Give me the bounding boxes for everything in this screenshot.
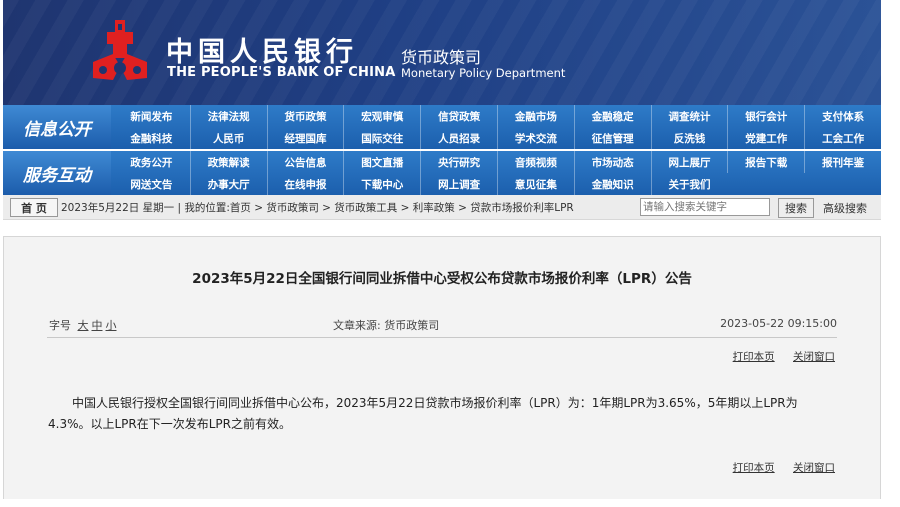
nav-info-item-3[interactable]: 宏观审慎 (343, 105, 420, 127)
nav-info-item-8[interactable]: 银行会计 (727, 105, 804, 127)
article-tools-top: 打印本页 关闭窗口 (718, 349, 835, 364)
font-size-large[interactable]: 大 (78, 319, 89, 332)
nav-service-item-11[interactable]: 办事大厅 (189, 173, 267, 195)
nav-info-item-15[interactable]: 学术交流 (497, 127, 574, 149)
nav-service-item-12[interactable]: 在线申报 (266, 173, 344, 195)
font-size-small[interactable]: 小 (106, 319, 117, 332)
nav-info-item-16[interactable]: 征信管理 (573, 127, 651, 149)
nav-info-item-6[interactable]: 金融稳定 (573, 105, 651, 127)
pboc-logo-icon (93, 20, 147, 80)
nav-service-item-17[interactable]: 关于我们 (650, 173, 728, 195)
nav-info-item-0[interactable]: 新闻发布 (113, 105, 190, 127)
nav-info-item-1[interactable]: 法律法规 (189, 105, 267, 127)
article-date: 2023-05-22 09:15:00 (720, 317, 837, 330)
nav-info-item-12[interactable]: 经理国库 (266, 127, 344, 149)
nav-info-item-19[interactable]: 工会工作 (804, 127, 881, 149)
nav-info-item-14[interactable]: 人员招录 (420, 127, 497, 149)
nav-info-label[interactable]: 信息公开 (3, 105, 111, 149)
breadcrumb-bar: 首 页 2023年5月22日 星期一 | 我的位置:首页 > 货币政策司 > 货… (3, 195, 881, 220)
close-link-bottom[interactable]: 关闭窗口 (793, 462, 835, 474)
nav-service-item-8[interactable]: 报告下载 (727, 151, 804, 173)
print-link-top[interactable]: 打印本页 (733, 351, 775, 363)
nav-service-item-0[interactable]: 政务公开 (113, 151, 190, 173)
nav-info-item-5[interactable]: 金融市场 (497, 105, 574, 127)
nav-service-item-14[interactable]: 网上调查 (420, 173, 497, 195)
nav-service-item-2[interactable]: 公告信息 (266, 151, 344, 173)
article-meta: 字号 大中小 文章来源: 货币政策司 2023-05-22 09:15:00 (47, 313, 837, 338)
breadcrumb: 2023年5月22日 星期一 | 我的位置:首页 > 货币政策司 > 货币政策工… (61, 202, 574, 214)
search-button[interactable]: 搜索 (778, 198, 814, 218)
nav-info-item-17[interactable]: 反洗钱 (650, 127, 728, 149)
nav-service-item-5[interactable]: 音频视频 (497, 151, 574, 173)
home-button[interactable]: 首 页 (10, 198, 58, 217)
article-tools-bottom: 打印本页 关闭窗口 (718, 460, 835, 475)
site-header: 中国人民银行 THE PEOPLE'S BANK OF CHINA 货币政策司 … (3, 0, 881, 105)
article-source: 文章来源: 货币政策司 (333, 319, 440, 332)
nav-info-item-18[interactable]: 党建工作 (727, 127, 804, 149)
nav-service-grid: 政务公开 政策解读 公告信息 图文直播 央行研究 音频视频 市场动态 网上展厅 报告下载 报刊年鉴… (113, 151, 881, 195)
page-wrapper: 中国人民银行 THE PEOPLE'S BANK OF CHINA 货币政策司 … (3, 0, 881, 220)
nav-service-item-15[interactable]: 意见征集 (497, 173, 574, 195)
main-nav: 信息公开 新闻发布 法律法规 货币政策 宏观审慎 信贷政策 金融市场 金融稳定 调查统计 银行会… (3, 105, 881, 195)
font-size-control: 字号 大中小 (49, 317, 117, 333)
site-name-cn: 中国人民银行 (166, 37, 358, 68)
department-name-en: Monetary Policy Department (401, 66, 566, 80)
nav-service-item-4[interactable]: 央行研究 (420, 151, 497, 173)
nav-service-item-9[interactable]: 报刊年鉴 (804, 151, 881, 173)
nav-service-item-10[interactable]: 网送文告 (113, 173, 190, 195)
nav-info-item-13[interactable]: 国际交往 (343, 127, 420, 149)
font-size-medium[interactable]: 中 (92, 319, 103, 332)
site-name-en: THE PEOPLE'S BANK OF CHINA (167, 65, 396, 80)
nav-service-item-3[interactable]: 图文直播 (343, 151, 420, 173)
font-size-label: 字号 (49, 319, 71, 332)
nav-info-item-11[interactable]: 人民币 (189, 127, 267, 149)
article-title: 2023年5月22日全国银行间同业拆借中心受权公布贷款市场报价利率（LPR）公告 (192, 271, 692, 287)
nav-service-item-16[interactable]: 金融知识 (573, 173, 651, 195)
nav-info-item-9[interactable]: 支付体系 (804, 105, 881, 127)
nav-info-item-7[interactable]: 调查统计 (650, 105, 728, 127)
advanced-search-link[interactable]: 高级搜索 (823, 200, 867, 216)
nav-service-item-6[interactable]: 市场动态 (573, 151, 651, 173)
close-link-top[interactable]: 关闭窗口 (793, 351, 835, 363)
print-link-bottom[interactable]: 打印本页 (733, 462, 775, 474)
article-body: 中国人民银行授权全国银行间同业拆借中心公布，2023年5月22日贷款市场报价利率… (48, 396, 798, 431)
nav-info-item-10[interactable]: 金融科技 (113, 127, 190, 149)
nav-info-item-2[interactable]: 货币政策 (266, 105, 344, 127)
nav-service-item-7[interactable]: 网上展厅 (650, 151, 728, 173)
article-panel: 2023年5月22日全国银行间同业拆借中心受权公布贷款市场报价利率（LPR）公告… (3, 236, 881, 499)
nav-service-item-13[interactable]: 下载中心 (343, 173, 420, 195)
nav-info-section: 信息公开 新闻发布 法律法规 货币政策 宏观审慎 信贷政策 金融市场 金融稳定 调查统计 银行会… (3, 105, 881, 149)
nav-info-item-4[interactable]: 信贷政策 (420, 105, 497, 127)
nav-service-section: 服务互动 政务公开 政策解读 公告信息 图文直播 央行研究 音频视频 市场动态 网上展厅 报告下… (3, 151, 881, 195)
nav-service-label[interactable]: 服务互动 (3, 151, 111, 195)
department-name-cn: 货币政策司 (401, 48, 482, 67)
search-input[interactable] (640, 198, 770, 216)
nav-service-item-1[interactable]: 政策解读 (189, 151, 267, 173)
nav-info-grid: 新闻发布 法律法规 货币政策 宏观审慎 信贷政策 金融市场 金融稳定 调查统计 银行会计 支付体系… (113, 105, 881, 149)
